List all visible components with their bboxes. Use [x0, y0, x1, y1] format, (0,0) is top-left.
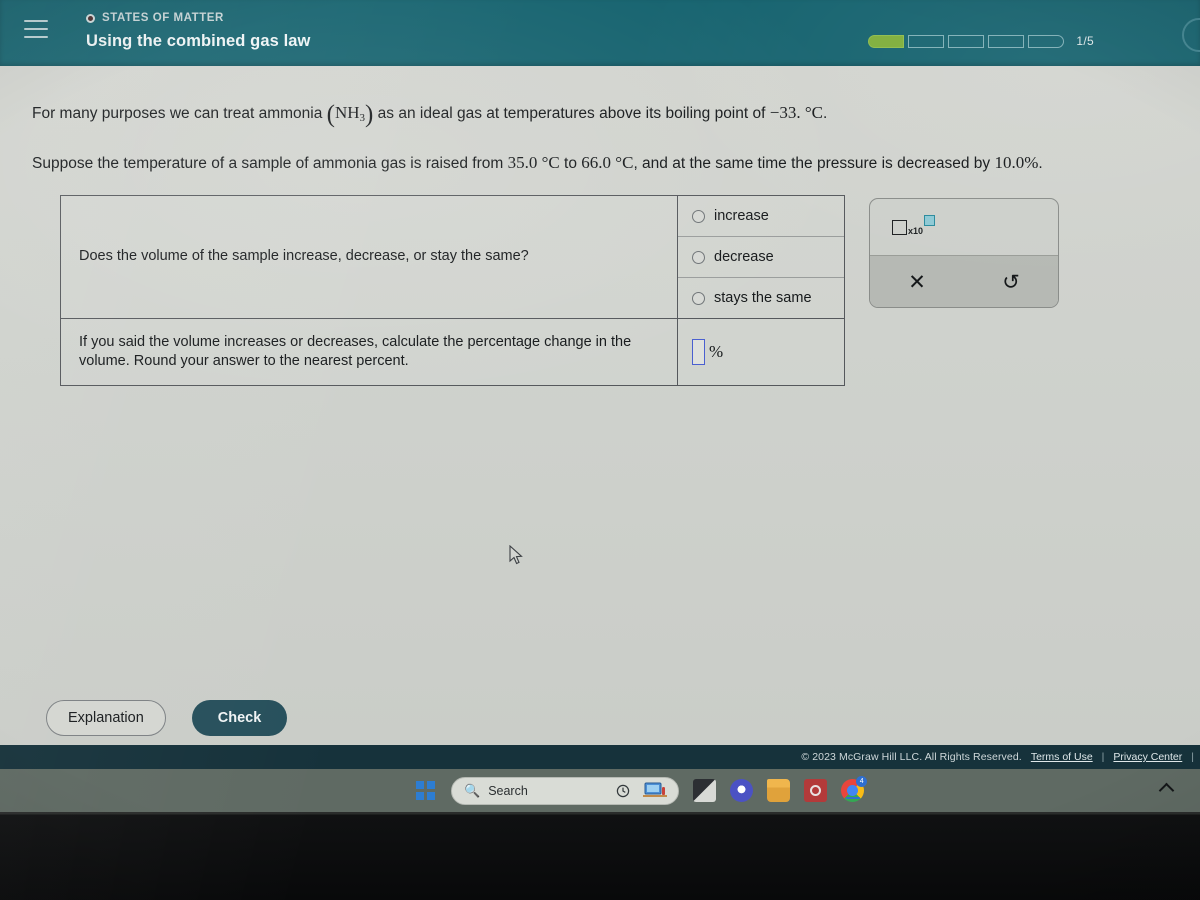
undo-button[interactable]: ↺ [964, 256, 1058, 307]
setup-text-a: Suppose the temperature of a sample of a… [32, 155, 504, 172]
initial-temperature: 35.0 °C [507, 153, 560, 172]
pressure-change: 10.0% [994, 153, 1039, 172]
privacy-center-link[interactable]: Privacy Center [1113, 751, 1182, 763]
copyright-text: © 2023 McGraw Hill LLC. All Rights Reser… [801, 751, 1022, 763]
progress-segment-4 [988, 34, 1025, 48]
widget-desk-icon[interactable] [636, 781, 674, 801]
answer-table: Does the volume of the sample increase, … [60, 195, 845, 387]
progress-indicator: 1/5 [868, 34, 1094, 48]
percentage-input[interactable] [692, 339, 705, 366]
radio-label: stays the same [714, 290, 812, 306]
exponent-box-icon [924, 215, 936, 226]
question-prompt-volume-direction: Does the volume of the sample increase, … [61, 196, 678, 318]
x10-label: x10 [908, 226, 924, 236]
category-dot-icon [86, 13, 95, 23]
teams-icon[interactable] [730, 779, 754, 802]
progress-count: 1/5 [1076, 34, 1094, 48]
mouse-pointer-icon [509, 545, 523, 565]
radio-icon [692, 209, 705, 223]
progress-segment-2 [908, 34, 945, 48]
search-placeholder: Search [488, 783, 528, 798]
monitor-bezel [0, 812, 1200, 900]
table-row: Does the volume of the sample increase, … [61, 196, 844, 319]
radio-icon [692, 250, 705, 264]
taskbar-overflow-button[interactable] [1158, 782, 1175, 799]
help-icon[interactable] [1182, 18, 1200, 52]
final-temperature: 66.0 °C [581, 153, 634, 172]
question-setup-line: Suppose the temperature of a sample of a… [32, 152, 1172, 174]
check-button[interactable]: Check [191, 700, 288, 736]
footer-separator: | [1101, 751, 1105, 763]
radio-option-increase[interactable]: increase [678, 196, 844, 237]
search-input[interactable]: 🔍 Search [451, 776, 680, 805]
setup-text-c: , and at the same time the pressure is d… [633, 155, 991, 172]
radio-option-decrease[interactable]: decrease [678, 237, 844, 278]
clear-button[interactable]: ✕ [870, 256, 964, 307]
windows-logo-icon[interactable] [416, 781, 435, 800]
progress-segment-5 [1028, 34, 1065, 48]
folder-icon[interactable] [767, 779, 791, 802]
page-title: Using the combined gas law [86, 32, 311, 50]
action-buttons: Explanation Check [46, 700, 288, 736]
search-icon: 🔍 [464, 782, 481, 798]
radio-icon [692, 291, 705, 305]
chrome-icon[interactable]: 4 [841, 776, 868, 802]
windows-taskbar: 🔍 Search 4 [0, 769, 1200, 812]
boiling-point-value: −33. °C [769, 103, 823, 122]
toolpad-bottom-row: ✕ ↺ [870, 255, 1058, 307]
camera-app-icon[interactable] [804, 779, 828, 802]
intro-text-a: For many purposes we can treat ammonia [32, 105, 323, 122]
active-app-indicator [845, 796, 860, 799]
radio-label: decrease [714, 249, 774, 265]
question-prompt-percentage-change: If you said the volume increases or decr… [61, 319, 678, 386]
answer-toolpad: x10 ✕ ↺ [869, 198, 1059, 308]
question-body: For many purposes we can treat ammonia (… [0, 66, 1200, 745]
ammonia-formula: NH3 [334, 103, 365, 124]
setup-text-end: . [1038, 155, 1043, 172]
intro-text-b: as an ideal gas at temperatures above it… [377, 105, 766, 122]
widget-weather-icon[interactable] [610, 784, 636, 798]
radio-option-stays-the-same[interactable]: stays the same [678, 278, 844, 318]
close-icon: ✕ [908, 270, 926, 294]
terms-of-use-link[interactable]: Terms of Use [1031, 751, 1093, 763]
chevron-up-icon [1158, 782, 1175, 799]
explanation-button[interactable]: Explanation [46, 700, 166, 736]
paren-close-icon: ) [365, 101, 374, 128]
mantissa-box-icon [892, 220, 907, 235]
breadcrumb: STATES OF MATTER [86, 12, 224, 24]
footer-separator-2: | [1191, 751, 1194, 763]
page-footer: © 2023 McGraw Hill LLC. All Rights Reser… [0, 745, 1200, 769]
screen-photo: STATES OF MATTER Using the combined gas … [0, 0, 1200, 900]
intro-text-end: . [822, 105, 828, 122]
question-intro-line: For many purposes we can treat ammonia (… [32, 101, 1172, 128]
chrome-notification-badge: 4 [856, 776, 868, 787]
formula-symbol: NH [334, 103, 360, 122]
scientific-notation-button[interactable]: x10 [892, 213, 936, 236]
radio-label: increase [714, 208, 769, 224]
app-header: STATES OF MATTER Using the combined gas … [0, 0, 1200, 66]
hamburger-icon[interactable] [24, 20, 48, 38]
taskbar-items: 🔍 Search 4 [416, 776, 868, 805]
file-explorer-dark-icon[interactable] [693, 779, 717, 802]
radio-group-volume-direction: increase decrease stays the same [678, 196, 844, 318]
setup-text-b: to [564, 155, 577, 172]
toolpad-top-row: x10 [870, 199, 1058, 255]
paren-open-icon: ( [326, 101, 335, 128]
percent-unit-label: % [709, 342, 724, 362]
progress-segment-3 [948, 34, 985, 48]
browser-screen: STATES OF MATTER Using the combined gas … [0, 0, 1200, 812]
category-label: STATES OF MATTER [102, 12, 224, 24]
table-row: If you said the volume increases or decr… [61, 319, 844, 386]
progress-segment-1 [868, 34, 905, 48]
undo-icon: ↺ [1002, 270, 1020, 294]
percentage-answer-cell: % [678, 319, 844, 385]
